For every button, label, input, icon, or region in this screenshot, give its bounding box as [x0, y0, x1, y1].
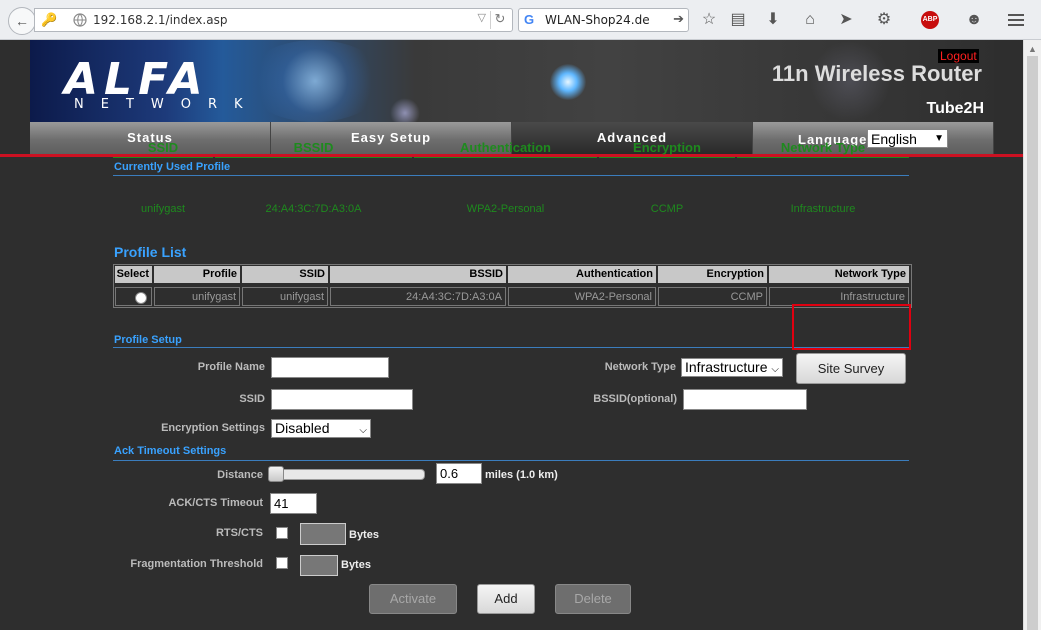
chevron-down-icon: ⌵ [359, 425, 367, 436]
current-authentication-value: WPA2-Personal [466, 203, 545, 215]
table-cell-ssid: unifygast [242, 287, 328, 306]
table-cell-authentication: WPA2-Personal [508, 287, 656, 306]
router-model: Tube2H [926, 100, 984, 117]
encryption-settings-label: Encryption Settings [161, 422, 265, 434]
profile-name-input[interactable] [271, 357, 389, 378]
rts-cts-checkbox[interactable] [276, 527, 288, 539]
fragmentation-unit: Bytes [341, 559, 371, 571]
profile-setup-title: Profile Setup [114, 334, 182, 346]
column-header-select: Select [115, 266, 152, 283]
table-cell-profile: unifygast [154, 287, 240, 306]
current-header-ssid: SSID [113, 140, 213, 158]
column-header-bssid: BSSID [330, 266, 506, 283]
rts-cts-threshold-input[interactable] [300, 523, 346, 545]
distance-input[interactable]: 0.6 [436, 463, 482, 484]
rts-cts-label: RTS/CTS [215, 527, 263, 539]
delete-button[interactable]: Delete [555, 584, 631, 614]
distance-slider-handle[interactable] [268, 466, 284, 482]
add-button[interactable]: Add [477, 584, 535, 614]
distance-label: Distance [217, 469, 263, 481]
network-type-label: Network Type [604, 361, 676, 373]
router-title: 11n Wireless Router [771, 61, 982, 86]
rts-cts-unit: Bytes [349, 529, 379, 541]
bookmark-star-icon[interactable]: ☆ [699, 10, 719, 30]
table-cell-encryption: CCMP [658, 287, 767, 306]
url-bar[interactable]: 🔑 192.168.2.1/index.asp ▽ ↻ [34, 8, 513, 32]
activate-button[interactable]: Activate [369, 584, 457, 614]
search-bar[interactable]: G WLAN-Shop24.de ➔ [518, 8, 689, 32]
url-text: 192.168.2.1/index.asp [93, 13, 228, 27]
search-go-icon[interactable]: ➔ [673, 11, 684, 27]
site-survey-button[interactable]: Site Survey [796, 353, 906, 384]
identity-icon[interactable]: 🔑 [41, 12, 59, 28]
network-type-select[interactable]: Infrastructure ⌵ [681, 358, 783, 377]
bssid-optional-label: BSSID(optional) [593, 393, 677, 405]
globe-icon [73, 13, 87, 27]
column-header-ssid: SSID [242, 266, 328, 283]
chevron-down-icon: ⌵ [771, 364, 779, 375]
scroll-up-icon[interactable]: ▲ [1028, 44, 1037, 54]
page-scrollbar[interactable]: ▲ [1023, 40, 1041, 630]
column-header-encryption: Encryption [658, 266, 767, 283]
section-rule [113, 460, 909, 461]
browser-toolbar: ← 🔑 192.168.2.1/index.asp ▽ ↻ G WLAN-Sho… [0, 0, 1041, 40]
current-header-network-type: Network Type [737, 140, 909, 158]
home-icon[interactable]: ⌂ [800, 10, 820, 30]
distance-unit: miles (1.0 km) [485, 469, 558, 481]
current-bssid-value: 24:A4:3C:7D:A3:0A [265, 203, 362, 215]
site-survey-highlight [792, 304, 911, 350]
column-header-network-type: Network Type [769, 266, 909, 283]
ack-cts-timeout-input[interactable]: 41 [270, 493, 317, 514]
search-input[interactable]: WLAN-Shop24.de [545, 13, 650, 27]
current-header-bssid: BSSID [215, 140, 412, 158]
ssid-label: SSID [239, 393, 265, 405]
current-network-type-value: Infrastructure [790, 203, 856, 215]
current-header-authentication: Authentication [414, 140, 597, 158]
fragmentation-threshold-label: Fragmentation Threshold [130, 558, 263, 570]
distance-slider-track[interactable] [268, 469, 425, 480]
ack-cts-timeout-label: ACK/CTS Timeout [168, 497, 263, 509]
section-rule [113, 347, 909, 348]
column-header-profile: Profile [154, 266, 240, 283]
current-encryption-value: CCMP [650, 203, 684, 215]
table-cell-bssid: 24:A4:3C:7D:A3:0A [330, 287, 506, 306]
bssid-input[interactable] [683, 389, 807, 410]
network-addon-icon[interactable]: ⚙ [874, 10, 894, 30]
google-icon: G [524, 12, 535, 27]
scrollbar-thumb[interactable] [1027, 56, 1038, 630]
send-icon[interactable]: ➤ [836, 10, 856, 30]
url-history-dropdown-icon[interactable]: ▽ [478, 11, 486, 24]
network-type-selected: Infrastructure [685, 359, 768, 375]
section-rule [113, 175, 909, 176]
back-button[interactable]: ← [8, 7, 36, 35]
profile-list-title: Profile List [114, 244, 187, 260]
hamburger-menu-icon[interactable] [1004, 10, 1028, 30]
current-profile-title: Currently Used Profile [114, 161, 231, 173]
fragmentation-checkbox[interactable] [276, 557, 288, 569]
reading-list-icon[interactable]: ▤ [728, 10, 748, 30]
current-header-encryption: Encryption [599, 140, 735, 158]
smiley-icon[interactable]: ☻ [964, 10, 984, 30]
profile-list-table: Select Profile SSID BSSID Authentication… [113, 264, 912, 308]
reload-icon[interactable]: ↻ [490, 11, 509, 29]
current-ssid-value: unifygast [140, 203, 186, 215]
chevron-down-icon: ▼ [934, 133, 944, 144]
adblock-icon[interactable]: ABP [921, 11, 939, 29]
download-icon[interactable]: ⬇ [763, 10, 783, 30]
ssid-input[interactable] [271, 389, 413, 410]
profile-select-radio[interactable] [135, 292, 147, 304]
fragmentation-threshold-input[interactable] [300, 555, 338, 576]
table-row-select-cell [115, 287, 152, 306]
encryption-select[interactable]: Disabled ⌵ [271, 419, 371, 438]
column-header-authentication: Authentication [508, 266, 656, 283]
encryption-selected: Disabled [275, 420, 330, 436]
ack-timeout-title: Ack Timeout Settings [114, 445, 227, 457]
router-header: ALFA NETWORK Logout 11n Wireless Router … [30, 40, 994, 122]
profile-name-label: Profile Name [197, 361, 265, 373]
alfa-logo-subtext: NETWORK [74, 97, 260, 112]
